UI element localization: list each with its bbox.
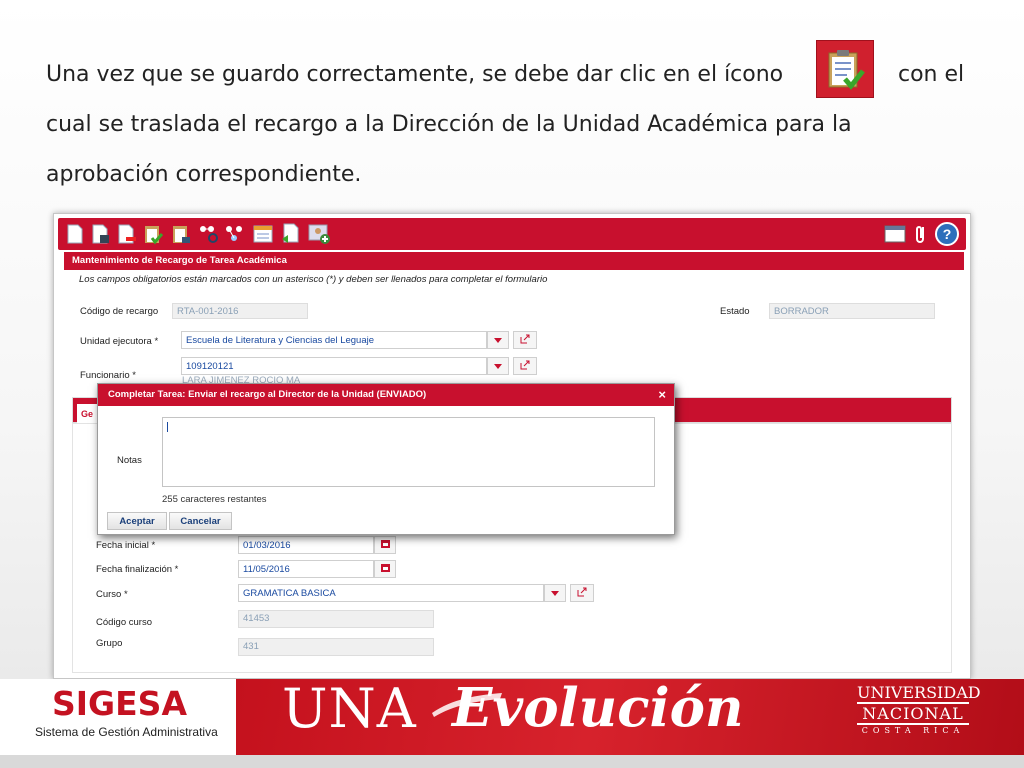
bottom-strip (0, 755, 1024, 768)
remaining-characters: 255 caracteres restantes (162, 494, 267, 505)
complete-task-icon (816, 40, 874, 98)
codigo-curso-label: Código curso (96, 617, 152, 628)
attach-icon[interactable] (910, 223, 932, 245)
report-icon[interactable] (252, 223, 274, 245)
funcionario-dropdown-button[interactable] (487, 357, 509, 375)
universidad-text: UNIVERSIDAD (857, 683, 981, 704)
grupo-label: Grupo (96, 638, 123, 649)
app-screenshot: ? Mantenimiento de Recargo de Tarea Acad… (53, 213, 971, 679)
toolbar: ? (58, 218, 966, 250)
funcionario-open-button[interactable] (513, 357, 537, 375)
calendar-icon (380, 563, 390, 575)
curso-label: Curso * (96, 589, 128, 600)
curso-select[interactable]: GRAMATICA BASICA (238, 584, 544, 602)
unidad-select[interactable]: Escuela de Literatura y Ciencias del Leg… (181, 331, 487, 349)
window-icon[interactable] (884, 223, 906, 245)
una-logo-text: UNA (282, 677, 417, 740)
codigo-field[interactable]: RTA-001-2016 (172, 303, 308, 319)
help-icon[interactable]: ? (934, 221, 960, 247)
delete-document-icon[interactable] (116, 223, 138, 245)
nacional-text: NACIONAL (857, 704, 969, 725)
funcionario-label: Funcionario * (80, 370, 136, 381)
cancel-button[interactable]: Cancelar (169, 512, 232, 530)
instruction-text-1: Una vez que se guardo correctamente, se … (46, 62, 784, 87)
notes-textarea[interactable] (162, 417, 655, 487)
chevron-down-icon (494, 335, 502, 346)
chevron-down-icon (494, 361, 502, 372)
fecha-final-label: Fecha finalización * (96, 564, 179, 575)
curso-open-button[interactable] (570, 584, 594, 602)
chevron-down-icon (551, 588, 559, 599)
sigesa-logo: SIGESA (52, 684, 187, 723)
svg-text:?: ? (943, 226, 952, 242)
panel-title: Mantenimiento de Recargo de Tarea Académ… (64, 252, 964, 270)
unidad-dropdown-button[interactable] (487, 331, 509, 349)
sigesa-subtitle: Sistema de Gestión Administrativa (35, 725, 218, 739)
costa-rica-text: COSTA RICA (861, 726, 965, 735)
notes-label: Notas (117, 455, 142, 466)
dialog-title: Completar Tarea: Enviar el recargo al Di… (98, 384, 674, 406)
workflow-icon[interactable] (224, 223, 246, 245)
unidad-label: Unidad ejecutora * (80, 336, 159, 347)
fecha-final-calendar-button[interactable] (374, 560, 396, 578)
new-document-icon[interactable] (64, 223, 86, 245)
grupo-field[interactable]: 431 (238, 638, 434, 656)
codigo-curso-field[interactable]: 41453 (238, 610, 434, 628)
fecha-inicial-label: Fecha inicial * (96, 540, 156, 551)
fecha-final-input[interactable]: 11/05/2016 (238, 560, 374, 578)
footer-banner: UNA Evolución UNIVERSIDAD NACIONAL COSTA… (0, 677, 1024, 755)
instruction-line-2: cual se traslada el recargo a la Direcci… (46, 112, 852, 137)
text-caret (167, 422, 168, 432)
instruction-text-1-end: con el (898, 62, 965, 87)
universidad-nacional-logo: UNIVERSIDAD NACIONAL COSTA RICA (857, 683, 981, 735)
fecha-inicial-input[interactable]: 01/03/2016 (238, 536, 374, 554)
fecha-inicial-calendar-button[interactable] (374, 536, 396, 554)
complete-task-dialog: Completar Tarea: Enviar el recargo al Di… (97, 383, 675, 535)
codigo-label: Código de recargo (80, 306, 159, 317)
close-icon[interactable]: × (658, 387, 666, 402)
instruction-line-1: Una vez que se guardo correctamente, se … (46, 40, 986, 100)
required-fields-note: Los campos obligatorios están marcados c… (79, 274, 548, 285)
footer-red-band: UNA Evolución UNIVERSIDAD NACIONAL COSTA… (236, 677, 1024, 755)
move-document-icon[interactable] (280, 223, 302, 245)
instruction-line-3: aprobación correspondiente. (46, 162, 362, 187)
funcionario-select[interactable]: 109120121 (181, 357, 487, 375)
search-workflow-icon[interactable] (198, 223, 220, 245)
complete-task-icon[interactable] (142, 223, 164, 245)
curso-dropdown-button[interactable] (544, 584, 566, 602)
save-document-icon[interactable] (90, 223, 112, 245)
evolucion-logo-text: Evolución (452, 677, 744, 739)
calendar-icon (380, 539, 390, 551)
estado-label: Estado (720, 306, 750, 317)
external-link-icon (520, 360, 530, 373)
accept-button[interactable]: Aceptar (107, 512, 167, 530)
external-link-icon (577, 587, 587, 600)
unidad-open-button[interactable] (513, 331, 537, 349)
estado-field[interactable]: BORRADOR (769, 303, 935, 319)
tab-general[interactable]: Ge (77, 404, 99, 424)
slide-instructions: Una vez que se guardo correctamente, se … (46, 40, 986, 200)
edit-task-icon[interactable] (170, 223, 192, 245)
user-add-icon[interactable] (308, 223, 330, 245)
external-link-icon (520, 334, 530, 347)
